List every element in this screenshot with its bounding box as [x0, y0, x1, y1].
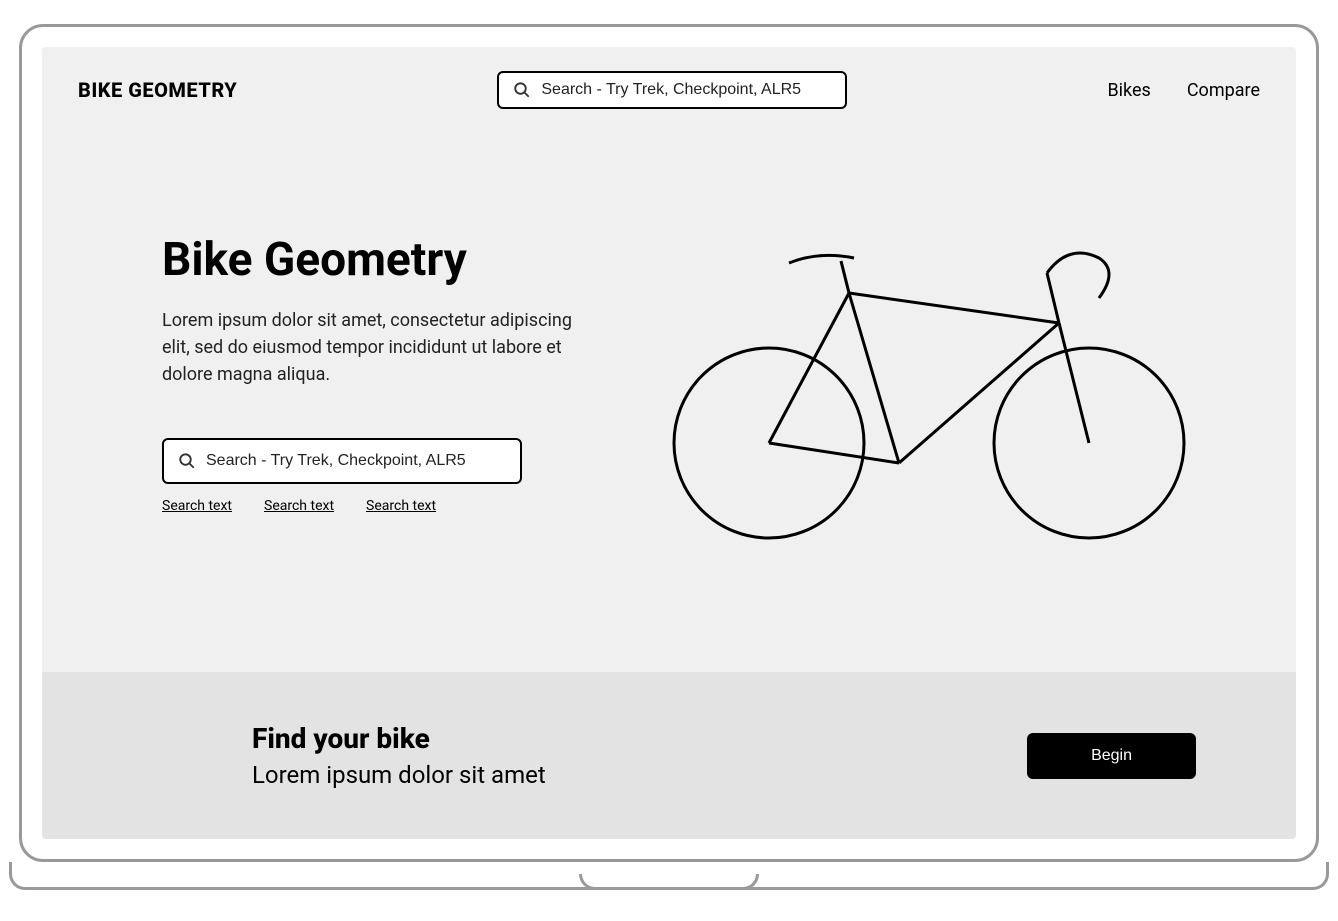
device-bezel: BIKE GEOMETRY Bikes Compare — [19, 24, 1319, 862]
hero-illustration — [622, 173, 1236, 547]
search-suggestions: Search text Search text Search text — [162, 498, 522, 514]
hero-text-column: Bike Geometry Lorem ipsum dolor sit amet… — [162, 173, 582, 514]
hero-search[interactable] — [162, 438, 522, 484]
search-suggestion-link[interactable]: Search text — [264, 498, 334, 514]
device-frame: BIKE GEOMETRY Bikes Compare — [19, 24, 1319, 890]
begin-button[interactable]: Begin — [1027, 733, 1196, 779]
nav-link-compare[interactable]: Compare — [1187, 80, 1260, 101]
app-screen: BIKE GEOMETRY Bikes Compare — [42, 47, 1296, 839]
device-base — [9, 862, 1329, 890]
cta-title: Find your bike — [252, 722, 546, 755]
bike-icon — [649, 203, 1209, 547]
header-search-input[interactable] — [541, 81, 831, 99]
nav-link-bikes[interactable]: Bikes — [1107, 80, 1150, 101]
hero-section: Bike Geometry Lorem ipsum dolor sit amet… — [42, 133, 1296, 672]
cta-bar: Find your bike Lorem ipsum dolor sit ame… — [42, 672, 1296, 839]
search-icon — [513, 81, 531, 99]
hero-title: Bike Geometry — [162, 233, 582, 287]
search-suggestion-link[interactable]: Search text — [162, 498, 232, 514]
device-notch — [579, 874, 759, 890]
header: BIKE GEOMETRY Bikes Compare — [42, 47, 1296, 133]
hero-description: Lorem ipsum dolor sit amet, consectetur … — [162, 307, 582, 388]
hero-search-wrap: Search text Search text Search text — [162, 438, 522, 514]
cta-subtitle: Lorem ipsum dolor sit amet — [252, 761, 546, 789]
hero-search-input[interactable] — [206, 452, 506, 470]
cta-text: Find your bike Lorem ipsum dolor sit ame… — [252, 722, 546, 789]
search-suggestion-link[interactable]: Search text — [366, 498, 436, 514]
header-search[interactable] — [497, 71, 847, 109]
nav-links: Bikes Compare — [1107, 80, 1260, 101]
logo: BIKE GEOMETRY — [78, 78, 237, 102]
search-icon — [178, 452, 196, 470]
